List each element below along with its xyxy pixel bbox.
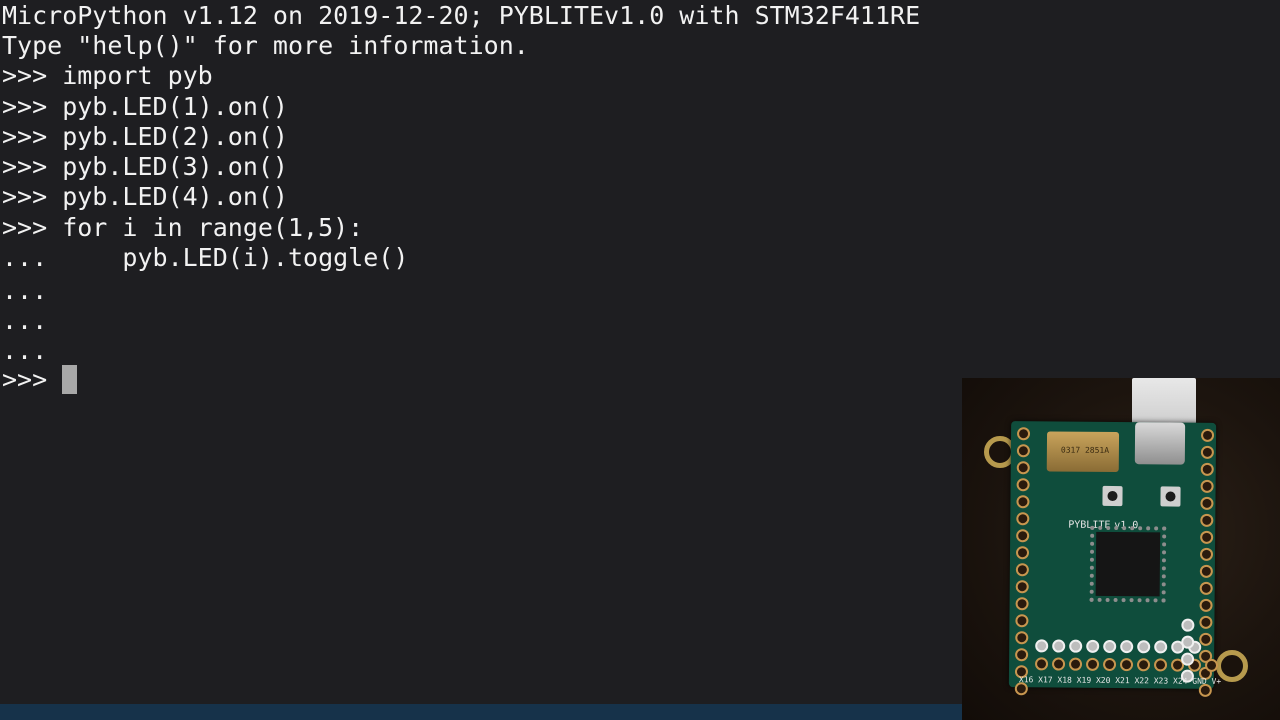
micro-usb-socket bbox=[1134, 422, 1186, 465]
board-label: PYBLITE bbox=[1068, 519, 1111, 531]
camera-inset: 0317 2851A PYBLITE v1.0 X16 X17 X18 X19 … bbox=[962, 378, 1280, 720]
text-cursor bbox=[62, 365, 77, 394]
stm32-chip bbox=[1089, 525, 1167, 603]
sd-card-slot: 0317 2851A bbox=[1046, 431, 1120, 473]
white-pin-column bbox=[1180, 618, 1195, 683]
left-pin-header bbox=[1014, 427, 1031, 696]
right-pin-header bbox=[1198, 428, 1215, 697]
repl-line: >>> for i in range(1,5): bbox=[2, 213, 364, 242]
continuation-line: ... bbox=[2, 336, 48, 365]
repl-line: >>> pyb.LED(2).on() bbox=[2, 122, 288, 151]
bottom-pin-labels: X16 X17 X18 X19 X20 X21 X22 X23 X24 GND … bbox=[1018, 675, 1222, 686]
sd-label: 0317 2851A bbox=[1060, 445, 1110, 455]
continuation-line: ... bbox=[2, 276, 48, 305]
repl-line: >>> import pyb bbox=[2, 61, 213, 90]
help-line: Type "help()" for more information. bbox=[2, 31, 529, 60]
repl-line: >>> pyb.LED(1).on() bbox=[2, 92, 288, 121]
reset-button bbox=[1102, 485, 1123, 507]
repl-line: >>> pyb.LED(4).on() bbox=[2, 182, 288, 211]
pyblite-board: 0317 2851A PYBLITE v1.0 X16 X17 X18 X19 … bbox=[1008, 421, 1221, 697]
repl-line: >>> pyb.LED(3).on() bbox=[2, 152, 288, 181]
usb-cable-plug bbox=[1132, 378, 1196, 424]
board-version: v1.0 bbox=[1114, 520, 1139, 532]
continuation-line: ... bbox=[2, 306, 48, 335]
white-pin-row bbox=[1035, 639, 1202, 654]
prompt-line[interactable]: >>> bbox=[2, 365, 62, 395]
user-button bbox=[1160, 486, 1181, 507]
continuation-line: ... pyb.LED(i).toggle() bbox=[2, 243, 409, 272]
banner-line: MicroPython v1.12 on 2019-12-20; PYBLITE… bbox=[2, 1, 921, 30]
